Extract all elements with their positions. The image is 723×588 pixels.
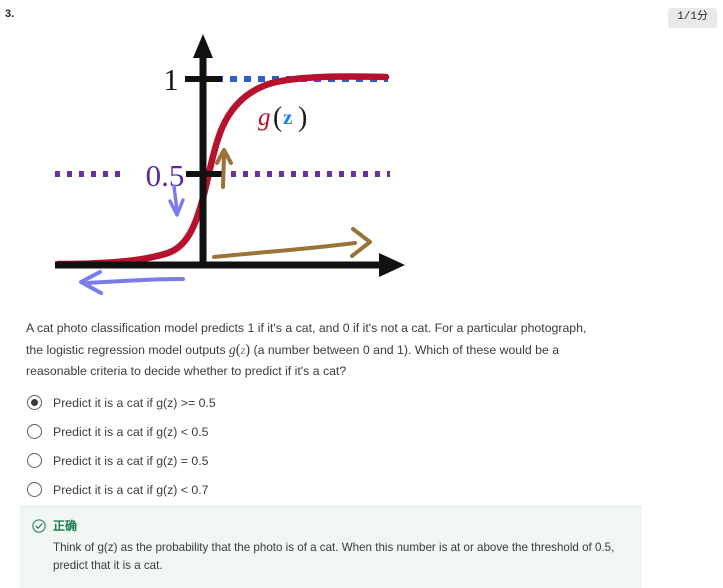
- curve-label-z: z: [283, 105, 292, 129]
- option-label-0: Predict it is a cat if g(z) >= 0.5: [53, 395, 216, 410]
- feedback-panel: 正确 Think of g(z) as the probability that…: [20, 506, 642, 588]
- option-row-2[interactable]: Predict it is a cat if g(z) = 0.5: [27, 446, 627, 475]
- radio-button-2[interactable]: [27, 453, 42, 468]
- feedback-explanation: Think of g(z) as the probability that th…: [53, 541, 615, 573]
- feedback-title: 正确: [53, 519, 78, 533]
- sigmoid-figure-container: 1 0.5 g ( z ): [0, 10, 723, 300]
- option-row-0[interactable]: Predict it is a cat if g(z) >= 0.5: [27, 388, 627, 417]
- option-row-3[interactable]: Predict it is a cat if g(z) < 0.7: [27, 475, 627, 504]
- question-prompt: A cat photo classification model predict…: [26, 319, 604, 382]
- question-math-g: g: [229, 341, 236, 357]
- annotation-brown-up-arrow-icon: [215, 148, 233, 189]
- radio-button-0[interactable]: [27, 395, 42, 410]
- answer-options-list: Predict it is a cat if g(z) >= 0.5 Predi…: [27, 388, 627, 504]
- curve-label-paren-open: (: [273, 102, 282, 133]
- option-label-3: Predict it is a cat if g(z) < 0.7: [53, 482, 209, 497]
- y-tick-label-half: 0.5: [146, 158, 185, 193]
- feedback-header: 正确: [32, 517, 630, 534]
- curve-label-g: g: [258, 104, 271, 131]
- curve-label-paren-close: ): [298, 102, 307, 133]
- radio-button-1[interactable]: [27, 424, 42, 439]
- option-label-2: Predict it is a cat if g(z) = 0.5: [53, 453, 209, 468]
- y-axis: [193, 34, 213, 268]
- y-tick-label-one: 1: [163, 62, 179, 97]
- option-row-1[interactable]: Predict it is a cat if g(z) < 0.5: [27, 417, 627, 446]
- option-label-1: Predict it is a cat if g(z) < 0.5: [53, 424, 209, 439]
- circle-check-icon: [32, 518, 46, 533]
- radio-button-3[interactable]: [27, 482, 42, 497]
- sigmoid-logistic-function-graph: 1 0.5 g ( z ): [54, 34, 405, 295]
- annotation-blue-left-arrow-icon: [79, 270, 185, 295]
- annotation-brown-right-arrow-icon: [212, 227, 372, 259]
